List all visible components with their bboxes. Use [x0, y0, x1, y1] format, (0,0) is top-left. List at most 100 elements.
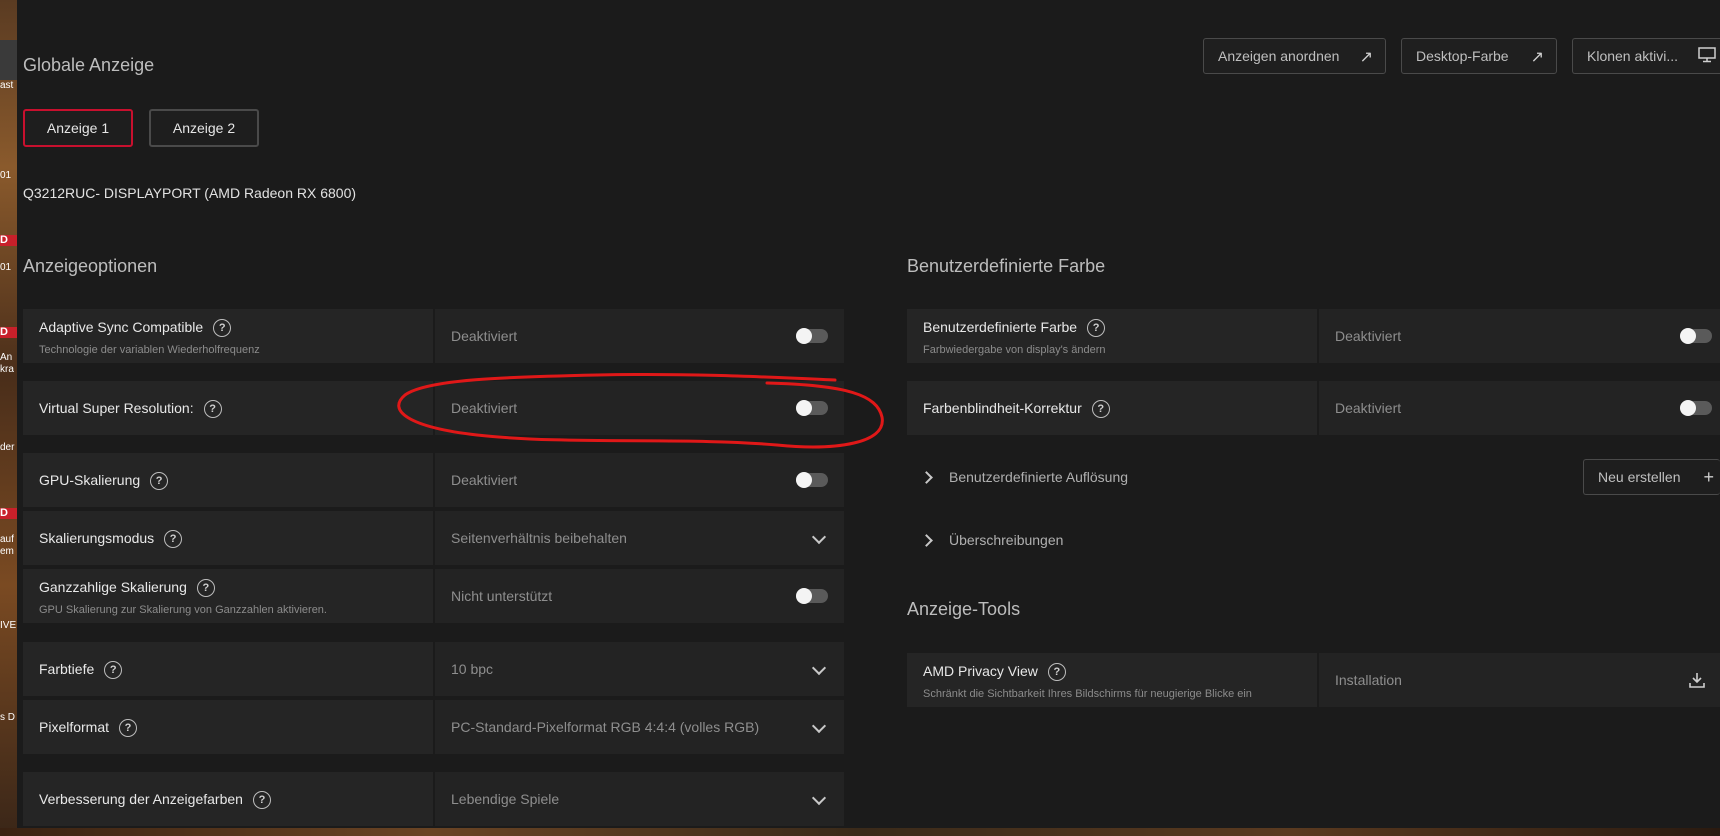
option-value: Nicht unterstützt — [451, 588, 553, 604]
enable-clone-button[interactable]: Klonen aktivi... — [1572, 38, 1720, 74]
option-value-cell: Deaktiviert — [433, 453, 844, 507]
desktop-icon-label: IVE — [0, 620, 17, 631]
option-sublabel: Farbwiedergabe von display's ändern — [923, 344, 1106, 356]
gpu-scaling-toggle[interactable] — [796, 472, 828, 488]
help-icon[interactable]: ? — [1047, 663, 1066, 682]
desktop-icon-label: s D — [0, 712, 15, 723]
option-label-cell: Pixelformat? — [23, 700, 433, 754]
desktop-icon-label: D — [0, 235, 17, 246]
desktop-icon-label: 01 — [0, 262, 12, 273]
custom-resolution-label: Benutzerdefinierte Auflösung — [949, 469, 1129, 485]
page-title: Globale Anzeige — [23, 55, 155, 75]
desktop-color-button[interactable]: Desktop-Farbe ↗ — [1401, 38, 1557, 74]
desktop-icon-label: 01 — [0, 170, 12, 181]
desktop-color-label: Desktop-Farbe — [1416, 48, 1509, 64]
option-row-adaptive-sync: Adaptive Sync Compatible? Technologie de… — [23, 309, 844, 363]
adaptive-sync-toggle[interactable] — [796, 328, 828, 344]
help-icon[interactable]: ? — [119, 719, 138, 738]
desktop-icon-label: em — [0, 546, 14, 557]
section-title-display-options: Anzeigeoptionen — [23, 256, 158, 276]
option-label: Farbtiefe — [39, 661, 95, 677]
option-value-cell: Deaktiviert — [1317, 381, 1720, 435]
custom-resolution-expander[interactable]: Benutzerdefinierte Auflösung — [920, 469, 1129, 485]
option-sublabel: GPU Skalierung zur Skalierung von Ganzza… — [39, 604, 327, 616]
amd-display-settings: Globale Anzeige Anzeigen anordnen ↗ Desk… — [17, 0, 1720, 828]
option-value: Deaktiviert — [451, 472, 518, 488]
scaling-mode-dropdown[interactable]: Seitenverhältnis beibehalten — [433, 511, 844, 565]
section-title-custom-color: Benutzerdefinierte Farbe — [907, 256, 1106, 276]
desktop-icon-label: der — [0, 442, 15, 453]
option-value: Deaktiviert — [451, 328, 518, 344]
section-title-display-tools: Anzeige-Tools — [907, 599, 1021, 619]
desktop-icon-label: auf — [0, 534, 14, 545]
chevron-down-icon — [811, 529, 827, 545]
integer-scaling-toggle[interactable] — [796, 588, 828, 604]
chevron-right-icon — [920, 470, 933, 484]
option-sublabel: Technologie der variablen Wiederholfrequ… — [39, 344, 260, 356]
help-icon[interactable]: ? — [1091, 400, 1110, 419]
desktop-wallpaper-bottom — [0, 828, 1720, 836]
option-row-colorblind-correction: Farbenblindheit-Korrektur? Deaktiviert — [907, 381, 1720, 435]
arrange-displays-label: Anzeigen anordnen — [1218, 48, 1340, 64]
desktop-wallpaper-strip: ast 01 D 01 D An kra der D auf em IVE s … — [0, 0, 17, 836]
option-row-color-enhancement[interactable]: Verbesserung der Anzeigefarben? Lebendig… — [23, 772, 844, 826]
help-icon[interactable]: ? — [1087, 319, 1106, 338]
option-value: PC-Standard-Pixelformat RGB 4:4:4 (volle… — [451, 719, 760, 735]
chevron-right-icon — [920, 533, 933, 547]
option-label-cell: Benutzerdefinierte Farbe? Farbwiedergabe… — [907, 309, 1317, 363]
option-label: Farbenblindheit-Korrektur — [923, 400, 1082, 416]
option-label: GPU-Skalierung — [39, 472, 141, 488]
chevron-down-icon — [811, 790, 827, 806]
color-enhancement-dropdown[interactable]: Lebendige Spiele — [433, 772, 844, 826]
help-icon[interactable]: ? — [150, 472, 169, 491]
option-label: Benutzerdefinierte Farbe — [923, 319, 1078, 335]
option-label: AMD Privacy View — [923, 663, 1038, 679]
create-new-button[interactable]: Neu erstellen + — [1583, 459, 1720, 495]
option-value-cell: Nicht unterstützt — [433, 569, 844, 623]
desktop-icon-label: An — [0, 352, 13, 363]
plus-icon: + — [1703, 466, 1714, 487]
option-row-scaling-mode[interactable]: Skalierungsmodus? Seitenverhältnis beibe… — [23, 511, 844, 565]
create-new-label: Neu erstellen — [1598, 469, 1681, 485]
external-arrow-icon: ↗ — [1530, 49, 1544, 66]
arrange-displays-button[interactable]: Anzeigen anordnen ↗ — [1203, 38, 1386, 74]
colorblind-correction-toggle[interactable] — [1680, 400, 1712, 416]
option-label: Ganzzahlige Skalierung — [39, 579, 187, 595]
tab-display-1[interactable]: Anzeige 1 — [23, 109, 133, 147]
desktop-icon-label: D — [0, 327, 17, 338]
help-icon[interactable]: ? — [252, 791, 271, 810]
help-icon[interactable]: ? — [203, 400, 222, 419]
pixel-format-dropdown[interactable]: PC-Standard-Pixelformat RGB 4:4:4 (volle… — [433, 700, 844, 754]
option-label-cell: Farbenblindheit-Korrektur? — [907, 381, 1317, 435]
option-value: Deaktiviert — [1335, 328, 1402, 344]
annotation-circle — [397, 372, 884, 449]
tab-display-2[interactable]: Anzeige 2 — [149, 109, 259, 147]
option-label: Skalierungsmodus — [39, 530, 155, 546]
option-label-cell: Farbtiefe? — [23, 642, 433, 696]
desktop-icon-label: ast — [0, 80, 14, 91]
help-icon[interactable]: ? — [196, 579, 215, 598]
help-icon[interactable]: ? — [164, 530, 183, 549]
option-value: Lebendige Spiele — [451, 791, 560, 807]
color-depth-dropdown[interactable]: 10 bpc — [433, 642, 844, 696]
monitor-name: Q3212RUC- DISPLAYPORT (AMD Radeon RX 680… — [23, 185, 357, 201]
option-label-cell: Ganzzahlige Skalierung? GPU Skalierung z… — [23, 569, 433, 623]
option-value-cell: Deaktiviert — [1317, 309, 1720, 363]
option-sublabel: Schränkt die Sichtbarkeit Ihres Bildschi… — [923, 688, 1252, 700]
option-label: Adaptive Sync Compatible — [39, 319, 204, 335]
option-label-cell: Skalierungsmodus? — [23, 511, 433, 565]
option-row-pixel-format[interactable]: Pixelformat? PC-Standard-Pixelformat RGB… — [23, 700, 844, 754]
custom-color-toggle[interactable] — [1680, 328, 1712, 344]
desktop-icon[interactable] — [0, 40, 17, 80]
download-icon[interactable] — [1688, 671, 1706, 694]
option-label-cell: GPU-Skalierung? — [23, 453, 433, 507]
help-icon[interactable]: ? — [213, 319, 232, 338]
overrides-expander[interactable]: Überschreibungen — [920, 532, 1064, 548]
option-value: Installation — [1335, 672, 1402, 688]
option-row-integer-scaling: Ganzzahlige Skalierung? GPU Skalierung z… — [23, 569, 844, 623]
desktop-icon-label: kra — [0, 364, 14, 375]
help-icon[interactable]: ? — [104, 661, 123, 680]
install-privacy-view[interactable]: Installation — [1317, 653, 1720, 707]
overrides-label: Überschreibungen — [949, 532, 1064, 548]
option-row-color-depth[interactable]: Farbtiefe? 10 bpc — [23, 642, 844, 696]
